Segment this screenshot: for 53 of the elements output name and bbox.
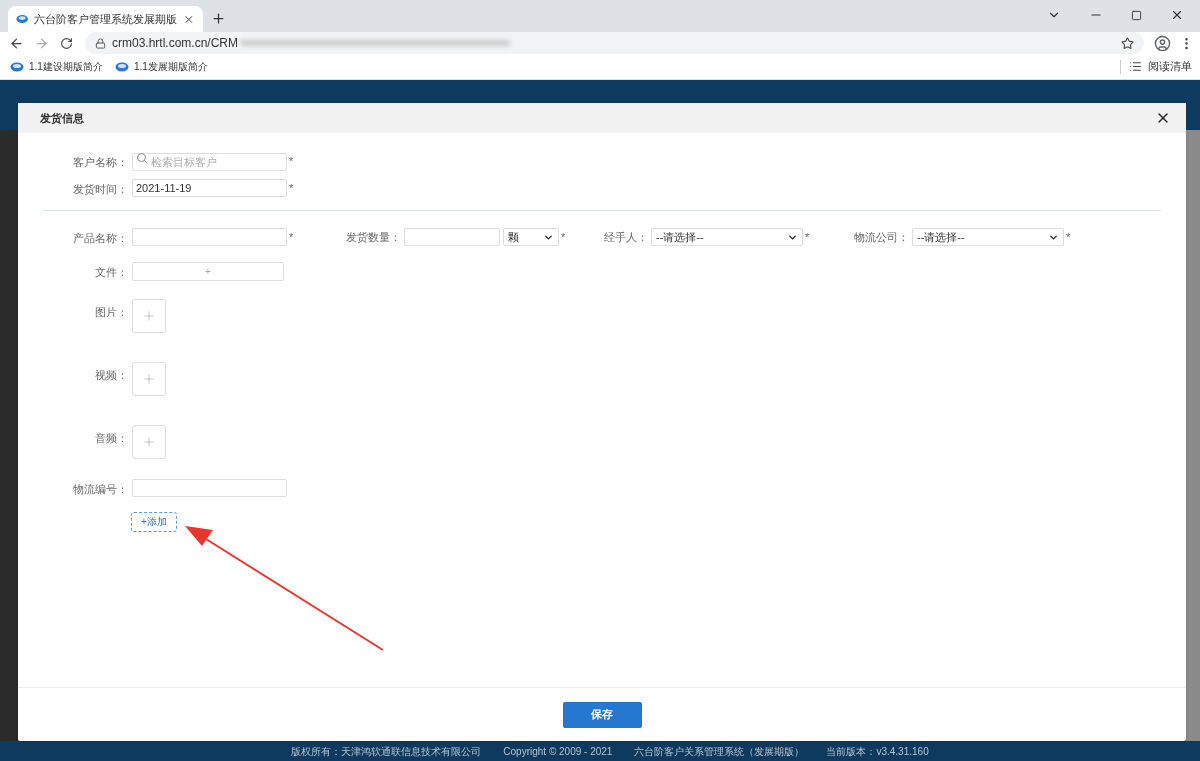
field-label: 客户名称： bbox=[73, 156, 128, 168]
address-bar[interactable]: crm03.hrtl.com.cn/CRM bbox=[85, 32, 1144, 54]
plus-icon bbox=[142, 372, 156, 386]
required-mark: * bbox=[561, 229, 566, 245]
select-field[interactable]: --请选择-- bbox=[651, 228, 803, 246]
field-label: 物流编号： bbox=[73, 483, 128, 495]
reading-list-button[interactable]: 阅读清单 bbox=[1129, 58, 1192, 75]
footer-text: 当前版本：v3.4.31.160 bbox=[826, 744, 929, 759]
plus-icon bbox=[142, 435, 156, 449]
date-field[interactable]: 2021-11-19 bbox=[132, 179, 287, 197]
text-field[interactable] bbox=[132, 479, 287, 497]
save-button[interactable]: 保存 bbox=[562, 701, 642, 728]
footer-text: Copyright © 2009 - 2021 bbox=[503, 744, 613, 759]
bookmark-item[interactable]: 1.1发展期版简介 bbox=[114, 59, 210, 74]
profile-icon[interactable] bbox=[1154, 34, 1171, 52]
field-label: 产品名称： bbox=[73, 232, 128, 244]
add-button[interactable]: +添加 bbox=[131, 511, 177, 532]
field-label: 经手人： bbox=[604, 229, 648, 245]
bookmark-star-icon[interactable] bbox=[1121, 36, 1134, 50]
quantity-field[interactable] bbox=[404, 228, 500, 246]
dialog-title: 发货信息 bbox=[40, 110, 84, 126]
browser-tab[interactable]: 六台阶客户管理系统发展期版 bbox=[8, 6, 203, 32]
required-mark: * bbox=[805, 229, 810, 245]
logo-icon bbox=[10, 61, 24, 72]
text-field[interactable] bbox=[132, 228, 287, 246]
logo-icon bbox=[16, 14, 29, 24]
field-label: 发货时间： bbox=[73, 183, 128, 195]
footer-text: 六台阶客户关系管理系统（发展期版） bbox=[634, 744, 805, 759]
field-label: 发货数量： bbox=[346, 229, 401, 245]
search-icon bbox=[136, 152, 148, 164]
new-tab-icon[interactable] bbox=[211, 11, 226, 26]
field-label: 音频： bbox=[95, 432, 128, 444]
select-field[interactable]: --请选择-- bbox=[912, 228, 1064, 246]
list-icon bbox=[1129, 60, 1142, 73]
required-mark: * bbox=[1066, 229, 1071, 245]
lock-icon bbox=[95, 37, 106, 49]
plus-icon bbox=[142, 309, 156, 323]
bookmark-item[interactable]: 1.1建设期版简介 bbox=[10, 59, 105, 74]
select-field[interactable]: 颗 bbox=[503, 228, 559, 246]
required-mark: * bbox=[289, 229, 294, 245]
logo-icon bbox=[114, 61, 129, 72]
field-label: 文件： bbox=[95, 266, 128, 278]
close-icon[interactable] bbox=[1170, 8, 1184, 22]
required-mark: * bbox=[289, 153, 294, 169]
field-label: 视频： bbox=[95, 369, 128, 381]
required-mark: * bbox=[289, 180, 294, 196]
field-label: 物流公司： bbox=[854, 229, 909, 245]
search-field[interactable]: 检索目标客户 bbox=[132, 153, 287, 171]
back-icon[interactable] bbox=[9, 35, 24, 51]
reload-icon[interactable] bbox=[60, 36, 73, 50]
footer-text: 版权所有：天津鸿软通联信息技术有限公司 bbox=[291, 744, 482, 759]
field-label: 图片： bbox=[95, 306, 128, 318]
maximize-icon[interactable] bbox=[1131, 9, 1142, 21]
